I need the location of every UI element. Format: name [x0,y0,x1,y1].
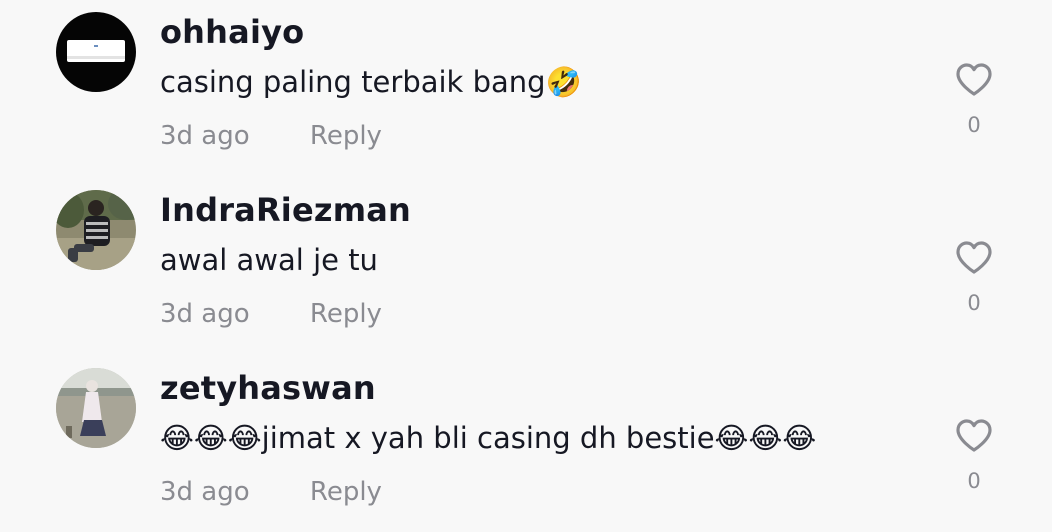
like-button[interactable] [954,416,994,456]
comment-item: IndraRiezman awal awal je tu 3d ago Repl… [0,184,1052,354]
person-beach-photo-avatar-icon [56,368,136,448]
comment-item: zetyhaswan 😂😂😂jimat x yah bli casing dh … [0,362,1052,532]
comment-text: casing paling terbaik bang🤣 [160,65,582,99]
comment-meta: 3d ago Reply [160,118,382,154]
reply-button[interactable]: Reply [310,121,382,151]
reply-button[interactable]: Reply [310,477,382,507]
comment-text: awal awal je tu [160,243,378,277]
avatar[interactable] [56,12,136,92]
comment-meta: 3d ago Reply [160,296,382,332]
person-sitting-photo-avatar-icon [56,190,136,270]
like-button[interactable] [954,238,994,278]
comment-list: ohhaiyo casing paling terbaik bang🤣 3d a… [0,0,1052,530]
comment-timestamp: 3d ago [160,121,250,151]
heart-outline-icon [956,419,992,452]
like-count: 0 [967,469,981,493]
comment-username[interactable]: ohhaiyo [160,12,304,52]
comment-username[interactable]: zetyhaswan [160,368,376,408]
like-button[interactable] [954,60,994,100]
comment-timestamp: 3d ago [160,299,250,329]
comment-username[interactable]: IndraRiezman [160,190,411,230]
comment-meta: 3d ago Reply [160,474,382,510]
avatar[interactable] [56,190,136,270]
comment-text: 😂😂😂jimat x yah bli casing dh bestie😂😂😂 [160,421,817,455]
heart-outline-icon [956,241,992,274]
air-conditioner-avatar-icon [56,12,136,92]
comment-timestamp: 3d ago [160,477,250,507]
like-count: 0 [967,291,981,315]
avatar[interactable] [56,368,136,448]
like-count: 0 [967,113,981,137]
reply-button[interactable]: Reply [310,299,382,329]
comment-item: ohhaiyo casing paling terbaik bang🤣 3d a… [0,6,1052,176]
heart-outline-icon [956,63,992,96]
